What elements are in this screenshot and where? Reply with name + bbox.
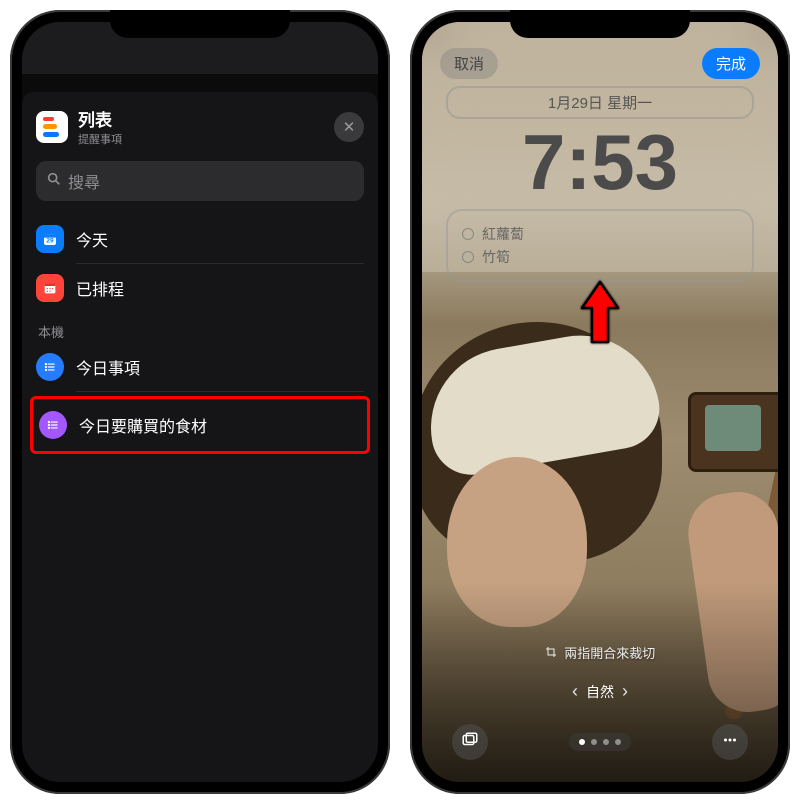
annotation-highlight-box: 今日要購買的食材 <box>30 396 370 454</box>
filter-swipe-row[interactable]: ‹ 自然 › <box>422 681 778 702</box>
sheet-title: 列表 <box>78 106 324 131</box>
list-item-today[interactable]: 29 今天 <box>36 215 364 263</box>
sheet-subtitle: 提醒事項 <box>78 131 324 147</box>
page-dot <box>615 739 621 745</box>
widget-todo-item: 竹筍 <box>462 247 738 267</box>
close-icon: ✕ <box>343 118 356 136</box>
annotation-arrow-icon <box>578 278 622 353</box>
chevron-right-icon[interactable]: › <box>622 681 628 702</box>
sheet-header: 列表 提醒事項 ✕ <box>36 106 364 147</box>
todo-circle-icon <box>462 228 474 240</box>
bottom-toolbar <box>422 724 778 760</box>
svg-text:29: 29 <box>46 237 54 244</box>
list-item-label: 已排程 <box>76 276 124 300</box>
list-item-label: 今日事項 <box>76 355 140 379</box>
list-item-label: 今天 <box>76 227 108 251</box>
date-widget[interactable]: 1月29日 星期一 <box>446 86 754 119</box>
todo-text: 紅蘿蔔 <box>482 224 524 244</box>
page-dot <box>591 739 597 745</box>
reminders-widget[interactable]: 紅蘿蔔 竹筍 <box>446 209 754 282</box>
filter-label: 自然 <box>586 682 614 702</box>
calendar-icon <box>36 274 64 302</box>
list-item-custom[interactable]: 今日事項 <box>36 343 364 391</box>
notch <box>510 10 690 38</box>
screen-left: 列表 提醒事項 ✕ 搜尋 29 今天 <box>22 22 378 782</box>
phone-left: 列表 提醒事項 ✕ 搜尋 29 今天 <box>10 10 390 794</box>
list-picker-sheet: 列表 提醒事項 ✕ 搜尋 29 今天 <box>22 92 378 782</box>
search-icon <box>46 171 62 192</box>
list-item-label: 今日要購買的食材 <box>79 413 207 437</box>
crop-hint-label: 兩指開合來裁切 <box>422 643 778 662</box>
cancel-label: 取消 <box>454 56 484 73</box>
date-text: 1月29日 星期一 <box>548 95 652 112</box>
screen-right: 取消 完成 1月29日 星期一 7:53 紅蘿蔔 竹筍 <box>422 22 778 782</box>
search-input[interactable]: 搜尋 <box>36 161 364 201</box>
search-placeholder: 搜尋 <box>68 169 100 193</box>
clock-time[interactable]: 7:53 <box>446 123 754 201</box>
page-dot <box>579 739 585 745</box>
divider <box>76 391 364 392</box>
list-item-custom-highlighted[interactable]: 今日要購買的食材 <box>39 401 361 449</box>
notch <box>110 10 290 38</box>
cancel-button[interactable]: 取消 <box>440 48 498 79</box>
chevron-left-icon[interactable]: ‹ <box>572 681 578 702</box>
widget-todo-item: 紅蘿蔔 <box>462 224 738 244</box>
more-button[interactable] <box>712 724 748 760</box>
done-label: 完成 <box>716 56 746 73</box>
list-item-scheduled[interactable]: 已排程 <box>36 264 364 312</box>
crop-hint-text: 兩指開合來裁切 <box>564 646 655 661</box>
photos-icon <box>461 731 479 754</box>
close-button[interactable]: ✕ <box>334 112 364 142</box>
section-label-local: 本機 <box>38 322 364 341</box>
todo-circle-icon <box>462 251 474 263</box>
lock-screen-time-area: 1月29日 星期一 7:53 紅蘿蔔 竹筍 <box>446 86 754 282</box>
page-dot <box>603 739 609 745</box>
calendar-today-icon: 29 <box>36 225 64 253</box>
ellipsis-icon <box>721 731 739 754</box>
phone-right: 取消 完成 1月29日 星期一 7:53 紅蘿蔔 竹筍 <box>410 10 790 794</box>
list-bullet-icon <box>39 411 67 439</box>
photos-button[interactable] <box>452 724 488 760</box>
todo-text: 竹筍 <box>482 247 510 267</box>
done-button[interactable]: 完成 <box>702 48 760 79</box>
page-indicator[interactable] <box>569 733 631 751</box>
reminders-app-icon <box>36 111 68 143</box>
list-bullet-icon <box>36 353 64 381</box>
crop-icon <box>545 646 561 661</box>
